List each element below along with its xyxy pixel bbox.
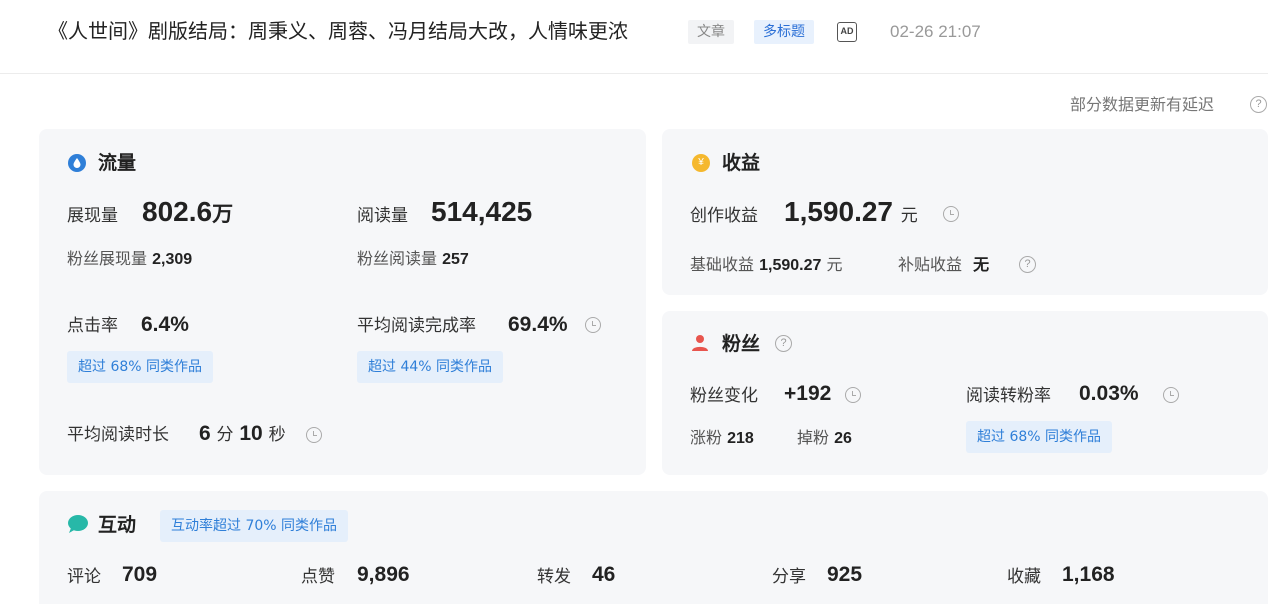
tag-article-type: 文章 <box>688 20 734 44</box>
reads-value: 514,425 <box>431 196 533 227</box>
chat-bubble-icon <box>67 514 89 534</box>
subsidy-income: 补贴收益 无 <box>898 255 990 274</box>
tag-multi-title[interactable]: 多标题 <box>754 20 814 44</box>
comments-value: 709 <box>122 563 158 586</box>
ctr-label: 点击率 <box>67 316 118 336</box>
fan-impressions: 粉丝展现量 2,309 <box>67 249 193 268</box>
interaction-compare-badge: 互动率超过 70% 同类作品 <box>160 510 349 542</box>
clock-icon[interactable] <box>845 387 861 403</box>
creation-income-value: 1,590.27 元 <box>784 196 918 227</box>
fan-gain: 涨粉 218 <box>690 428 754 447</box>
favorites-label: 收藏 <box>1007 567 1041 587</box>
fan-loss: 掉粉 26 <box>797 428 852 447</box>
likes-label: 点赞 <box>301 567 335 587</box>
impressions-unit: 万 <box>212 203 234 226</box>
duration-value: 6 分 10 秒 <box>199 422 286 445</box>
fan-change-label: 粉丝变化 <box>690 386 758 406</box>
impressions-value: 802.6万 <box>142 196 234 227</box>
likes-value: 9,896 <box>357 563 410 586</box>
base-income: 基础收益 1,590.27 元 <box>690 255 843 274</box>
question-icon[interactable]: ? <box>775 335 792 352</box>
clock-icon[interactable] <box>1163 387 1179 403</box>
clock-icon[interactable] <box>585 317 601 333</box>
fans-title: 粉丝 <box>722 333 761 355</box>
completion-label: 平均阅读完成率 <box>357 316 476 336</box>
coin-icon: ¥ <box>692 154 710 172</box>
interaction-title: 互动 <box>98 514 137 536</box>
reads-label: 阅读量 <box>357 206 408 226</box>
reposts-label: 转发 <box>537 567 571 587</box>
shares-label: 分享 <box>772 567 806 587</box>
header-divider <box>0 73 1268 74</box>
income-title: 收益 <box>722 152 761 174</box>
fan-change-value: +192 <box>784 382 832 405</box>
fan-reads: 粉丝阅读量 257 <box>357 249 469 268</box>
article-title[interactable]: 《人世间》剧版结局：周秉义、周蓉、冯月结局大改，人情味更浓 <box>48 17 628 45</box>
shares-value: 925 <box>827 563 863 586</box>
person-icon <box>690 333 710 353</box>
completion-value: 69.4% <box>508 313 568 336</box>
delay-notice-text: 部分数据更新有延迟 <box>1070 95 1215 114</box>
traffic-title: 流量 <box>98 152 137 174</box>
clock-icon[interactable] <box>943 206 959 222</box>
comments-label: 评论 <box>67 567 101 587</box>
impressions-label: 展现量 <box>67 206 118 226</box>
reposts-value: 46 <box>592 563 616 586</box>
creation-income-label: 创作收益 <box>690 206 758 226</box>
drop-icon <box>68 154 86 172</box>
duration-label: 平均阅读时长 <box>67 425 169 445</box>
creation-income-unit: 元 <box>900 206 918 225</box>
conversion-label: 阅读转粉率 <box>966 386 1051 406</box>
conversion-compare-badge: 超过 68% 同类作品 <box>966 421 1113 453</box>
clock-icon[interactable] <box>306 427 322 443</box>
ad-icon: AD <box>837 22 857 42</box>
question-icon[interactable]: ? <box>1250 96 1267 113</box>
publish-date: 02-26 21:07 <box>890 22 981 41</box>
completion-compare-badge: 超过 44% 同类作品 <box>357 351 504 383</box>
question-icon[interactable]: ? <box>1019 256 1036 273</box>
ctr-value: 6.4% <box>141 313 189 336</box>
conversion-value: 0.03% <box>1079 382 1139 405</box>
ctr-compare-badge: 超过 68% 同类作品 <box>67 351 214 383</box>
delay-notice: 部分数据更新有延迟 <box>1070 94 1214 116</box>
favorites-value: 1,168 <box>1062 563 1115 586</box>
